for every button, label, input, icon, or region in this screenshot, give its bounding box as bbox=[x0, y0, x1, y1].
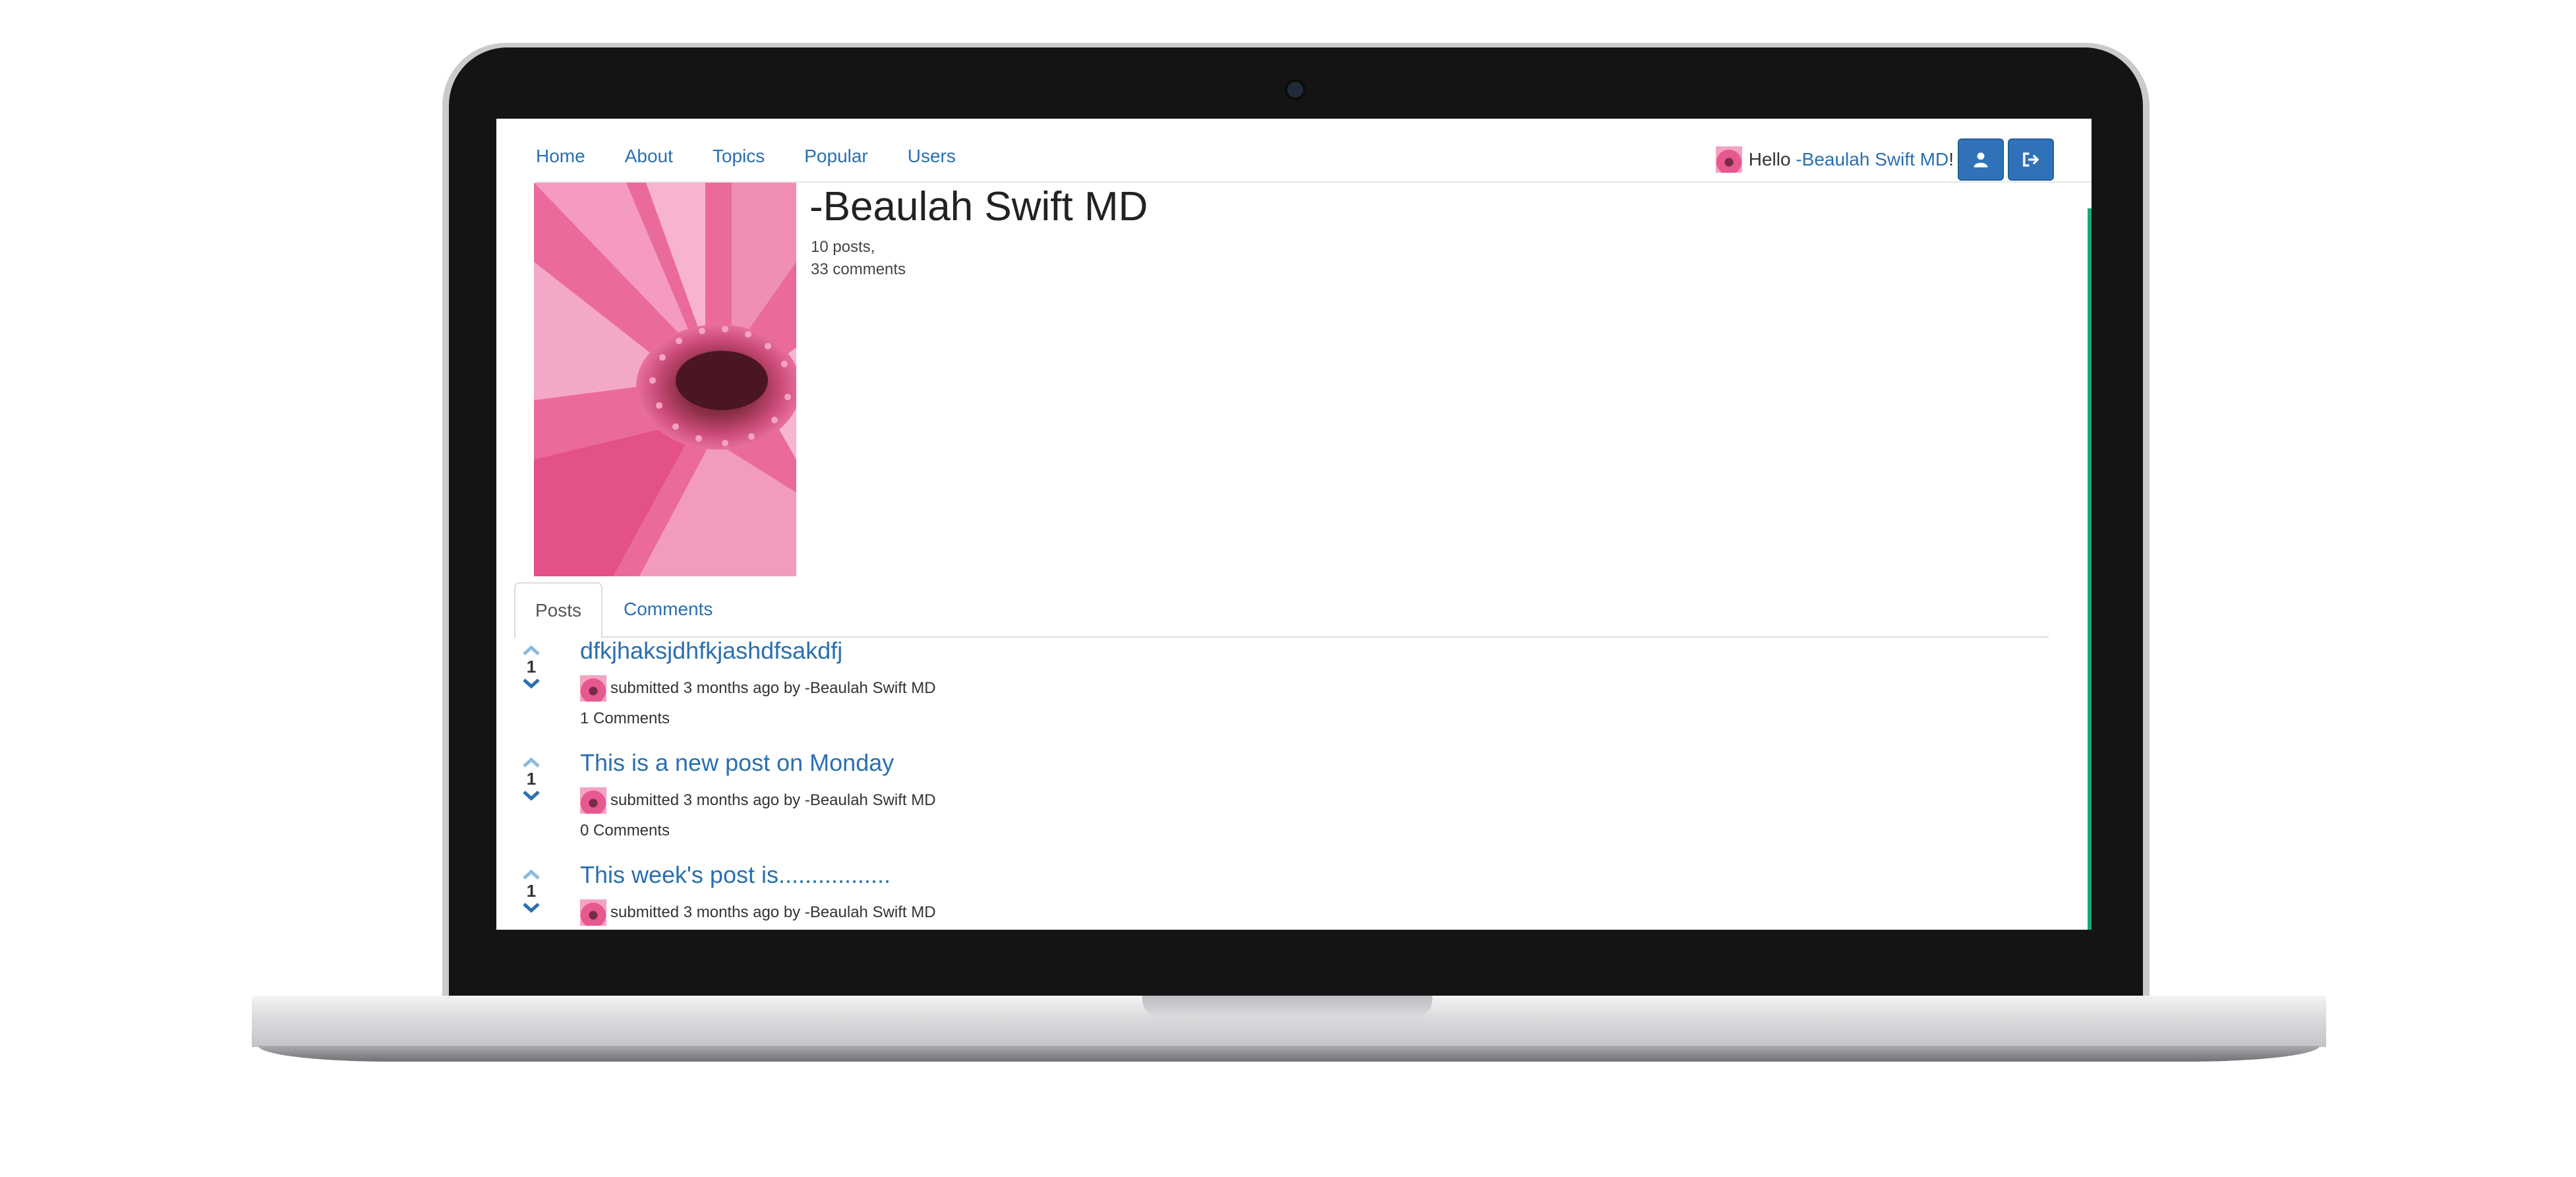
profile-name: -Beaulah Swift MD bbox=[809, 184, 1148, 229]
post-meta: submitted 3 months ago by -Beaulah Swift… bbox=[580, 675, 936, 702]
nav-topics[interactable]: Topics bbox=[713, 140, 765, 173]
post-meta: submitted 3 months ago by -Beaulah Swift… bbox=[580, 787, 936, 814]
post-meta-text: submitted 3 months ago by -Beaulah Swift… bbox=[610, 903, 936, 921]
logout-button[interactable] bbox=[2008, 138, 2054, 181]
profile-photo bbox=[534, 183, 796, 576]
post-item: 1 This is a new post on Monday submitted… bbox=[514, 749, 1964, 864]
comments-count: 33 comments bbox=[811, 260, 906, 278]
post-item: 1 This week's post is................. s… bbox=[514, 861, 1964, 930]
profile-tabs: Posts Comments bbox=[514, 582, 2049, 639]
nav-users[interactable]: Users bbox=[908, 140, 956, 173]
author-avatar bbox=[580, 899, 606, 926]
laptop-base-bottom bbox=[258, 1046, 2320, 1062]
username-link[interactable]: -Beaulah Swift MD bbox=[1796, 149, 1948, 169]
browser-viewport: Home About Topics Popular Users Hello -B… bbox=[496, 119, 2092, 930]
profile-stats: 10 posts, 33 comments bbox=[811, 236, 906, 281]
logout-icon bbox=[2023, 152, 2039, 167]
post-meta-text: submitted 3 months ago by -Beaulah Swift… bbox=[610, 679, 936, 697]
vote-count: 1 bbox=[526, 657, 537, 677]
greeting: Hello -Beaulah Swift MD! bbox=[1749, 149, 1954, 170]
author-avatar bbox=[580, 675, 606, 702]
upvote-icon[interactable] bbox=[521, 644, 541, 657]
vote-count: 1 bbox=[526, 881, 537, 901]
downvote-icon[interactable] bbox=[521, 789, 541, 802]
post-title-link[interactable]: This is a new post on Monday bbox=[580, 749, 894, 777]
laptop-notch bbox=[1142, 996, 1432, 1017]
vote-widget: 1 bbox=[514, 640, 548, 690]
posts-count: 10 posts, bbox=[811, 238, 875, 256]
profile-button[interactable] bbox=[1958, 138, 2004, 181]
user-area: Hello -Beaulah Swift MD! bbox=[1715, 138, 2054, 181]
upvote-icon[interactable] bbox=[521, 868, 541, 881]
main-nav: Home About Topics Popular Users bbox=[536, 140, 995, 173]
post-title-link[interactable]: dfkjhaksjdhfkjashdfsakdfj bbox=[580, 637, 842, 665]
upvote-icon[interactable] bbox=[521, 756, 541, 769]
hello-suffix: ! bbox=[1948, 149, 1954, 169]
user-icon bbox=[1974, 152, 1988, 167]
post-item: 1 dfkjhaksjdhfkjashdfsakdfj submitted 3 … bbox=[514, 637, 1964, 752]
comments-link[interactable]: 1 Comments bbox=[580, 709, 670, 728]
post-meta: submitted 3 months ago by -Beaulah Swift… bbox=[580, 899, 936, 926]
camera-icon bbox=[1287, 82, 1303, 98]
nav-home[interactable]: Home bbox=[536, 140, 585, 173]
post-title-link[interactable]: This week's post is................. bbox=[580, 861, 891, 889]
tab-posts[interactable]: Posts bbox=[514, 582, 603, 639]
hello-prefix: Hello bbox=[1748, 149, 1796, 169]
post-meta-text: submitted 3 months ago by -Beaulah Swift… bbox=[610, 791, 936, 809]
vote-count: 1 bbox=[526, 769, 537, 789]
user-avatar bbox=[1715, 146, 1742, 173]
tab-comments[interactable]: Comments bbox=[604, 582, 732, 636]
vote-widget: 1 bbox=[514, 752, 548, 802]
nav-about[interactable]: About bbox=[625, 140, 673, 173]
comments-link[interactable]: 0 Comments bbox=[580, 822, 670, 840]
author-avatar bbox=[580, 787, 606, 814]
downvote-icon[interactable] bbox=[521, 901, 541, 915]
downvote-icon[interactable] bbox=[521, 677, 541, 690]
vote-widget: 1 bbox=[514, 864, 548, 915]
nav-popular[interactable]: Popular bbox=[804, 140, 868, 173]
scroll-accent-bar bbox=[2088, 208, 2092, 930]
